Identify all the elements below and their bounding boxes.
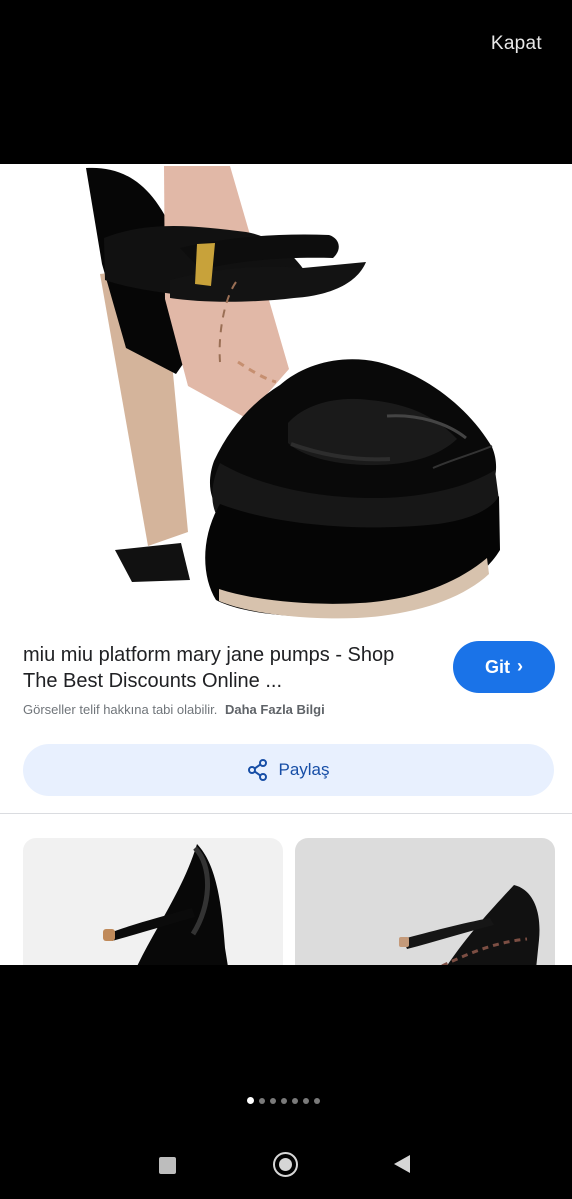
close-link[interactable]: Kapat — [491, 33, 542, 55]
share-button[interactable]: Paylaş — [23, 744, 554, 796]
mary-jane-shoe-image — [0, 164, 572, 624]
copyright-notice: Görseller telif hakkına tabi olabilir. D… — [23, 702, 325, 717]
chevron-right-icon: › — [517, 655, 523, 676]
top-bar: Kapat — [0, 0, 572, 164]
pagination-dots — [247, 1097, 320, 1104]
related-shoe-image — [103, 844, 228, 965]
result-title[interactable]: miu miu platform mary jane pumps - Shop … — [23, 642, 428, 694]
related-image-1[interactable] — [23, 838, 283, 965]
go-label: Git — [485, 656, 510, 677]
more-info-link[interactable]: Daha Fazla Bilgi — [225, 702, 325, 717]
page-indicator-dot[interactable] — [292, 1097, 298, 1104]
page-indicator-dot[interactable] — [259, 1097, 265, 1104]
share-label: Paylaş — [278, 760, 330, 779]
page-indicator-dot[interactable] — [303, 1097, 309, 1104]
page-indicator-dot[interactable] — [247, 1097, 254, 1104]
back-icon[interactable] — [394, 1155, 410, 1173]
image-result-card: miu miu platform mary jane pumps - Shop … — [0, 164, 572, 965]
related-image-2[interactable] — [295, 838, 555, 965]
share-icon — [248, 759, 268, 781]
divider — [0, 813, 572, 814]
page-indicator-dot[interactable] — [270, 1097, 276, 1104]
recent-apps-icon[interactable] — [159, 1157, 176, 1174]
home-icon[interactable] — [273, 1152, 298, 1177]
related-shoe-image — [399, 885, 540, 965]
go-button[interactable]: Git › — [453, 641, 555, 693]
page-indicator-dot[interactable] — [314, 1097, 320, 1104]
page-indicator-dot[interactable] — [281, 1097, 287, 1104]
copyright-text: Görseller telif hakkına tabi olabilir. — [23, 702, 218, 717]
system-navigation-bar — [0, 1145, 572, 1199]
product-image[interactable] — [0, 164, 572, 624]
